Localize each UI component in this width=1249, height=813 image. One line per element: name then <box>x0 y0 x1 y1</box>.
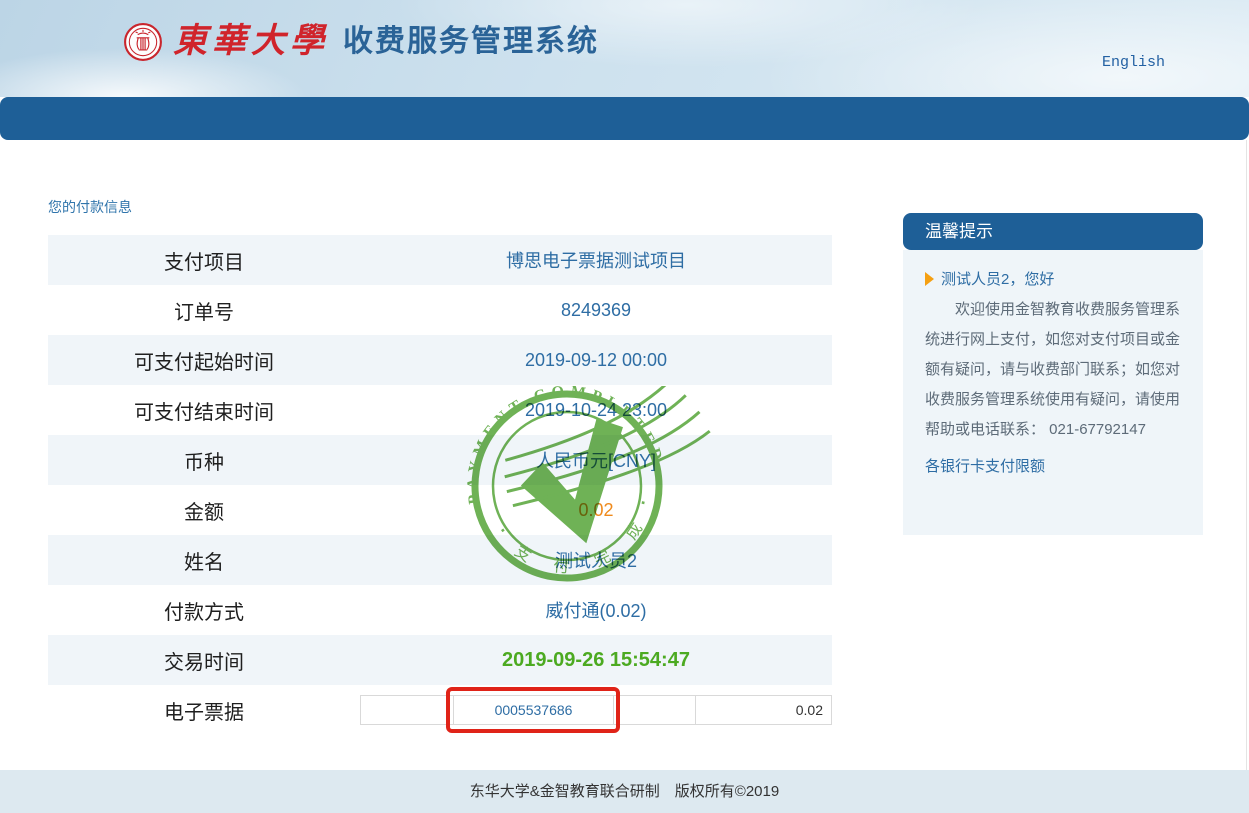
row-value: 8249369 <box>360 300 832 321</box>
row-value: 博思电子票据测试项目 <box>360 247 832 273</box>
row-label: 姓名 <box>48 546 360 575</box>
payment-row-transaction-time: 交易时间 2019-09-26 15:54:47 <box>48 635 832 685</box>
tips-sidebar-body: 测试人员2，您好 欢迎使用金智教育收费服务管理系统进行网上支付，如您对支付项目或… <box>903 250 1203 535</box>
row-value: 2019-09-12 00:00 <box>360 350 832 371</box>
receipt-cell-empty <box>614 696 696 724</box>
greeting-row: 测试人员2，您好 <box>925 268 1183 289</box>
footer: 东华大学&金智教育联合研制 版权所有©2019 <box>0 770 1249 813</box>
row-label: 付款方式 <box>48 596 360 625</box>
payment-section-title: 您的付款信息 <box>48 197 132 217</box>
payment-row-currency: 币种 人民币元[CNY] <box>48 435 832 485</box>
payment-row-amount: 金额 0.02 <box>48 485 832 535</box>
english-language-link[interactable]: English <box>1102 54 1165 71</box>
row-label: 可支付结束时间 <box>48 396 360 425</box>
payment-row-order-no: 订单号 8249369 <box>48 285 832 335</box>
row-label: 金额 <box>48 496 360 525</box>
greeting-text: 测试人员2，您好 <box>941 268 1054 289</box>
row-value: 0.02 <box>360 500 832 521</box>
row-value: 2019-09-26 15:54:47 <box>360 649 832 672</box>
navbar <box>0 97 1249 140</box>
row-value: 2019-10-24 23:00 <box>360 400 832 421</box>
tips-paragraph: 欢迎使用金智教育收费服务管理系统进行网上支付，如您对支付项目或金额有疑问，请与收… <box>925 295 1183 445</box>
university-name: 東華大學 <box>173 22 329 62</box>
header: 東華大學 收费服务管理系统 English <box>0 0 1249 97</box>
tips-sidebar-title: 温馨提示 <box>903 213 1203 250</box>
tips-sidebar: 温馨提示 测试人员2，您好 欢迎使用金智教育收费服务管理系统进行网上支付，如您对… <box>903 213 1203 535</box>
receipt-cell-empty <box>361 696 454 724</box>
university-seal-icon <box>123 22 163 62</box>
receipt-table: 0005537686 0.02 <box>360 695 832 725</box>
row-label: 支付项目 <box>48 246 360 275</box>
payment-row-start-time: 可支付起始时间 2019-09-12 00:00 <box>48 335 832 385</box>
receipt-amount: 0.02 <box>696 696 831 724</box>
system-title: 收费服务管理系统 <box>343 22 599 62</box>
payment-row-pay-method: 付款方式 威付通(0.02) <box>48 585 832 635</box>
row-value: 测试人员2 <box>360 547 832 573</box>
payment-table: 支付项目 博思电子票据测试项目 订单号 8249369 可支付起始时间 2019… <box>48 235 832 735</box>
payment-row-name: 姓名 测试人员2 <box>48 535 832 585</box>
bank-card-limit-link[interactable]: 各银行卡支付限额 <box>925 455 1045 476</box>
payment-row-item: 支付项目 博思电子票据测试项目 <box>48 235 832 285</box>
row-label: 币种 <box>48 446 360 475</box>
row-value: 人民币元[CNY] <box>360 447 832 473</box>
payment-row-receipt: 电子票据 0005537686 0.02 <box>48 685 832 735</box>
brand: 東華大學 收费服务管理系统 <box>123 22 599 62</box>
page: 東華大學 收费服务管理系统 English 您的付款信息 支付项目 博思电子票据… <box>0 0 1249 813</box>
payment-row-end-time: 可支付结束时间 2019-10-24 23:00 <box>48 385 832 435</box>
row-label: 电子票据 <box>48 696 360 725</box>
page-edge-divider <box>1246 140 1247 770</box>
row-label: 交易时间 <box>48 646 360 675</box>
row-label: 订单号 <box>48 296 360 325</box>
row-label: 可支付起始时间 <box>48 346 360 375</box>
row-value: 威付通(0.02) <box>360 597 832 623</box>
receipt-number-link[interactable]: 0005537686 <box>454 696 614 724</box>
orange-arrow-icon <box>925 272 934 286</box>
